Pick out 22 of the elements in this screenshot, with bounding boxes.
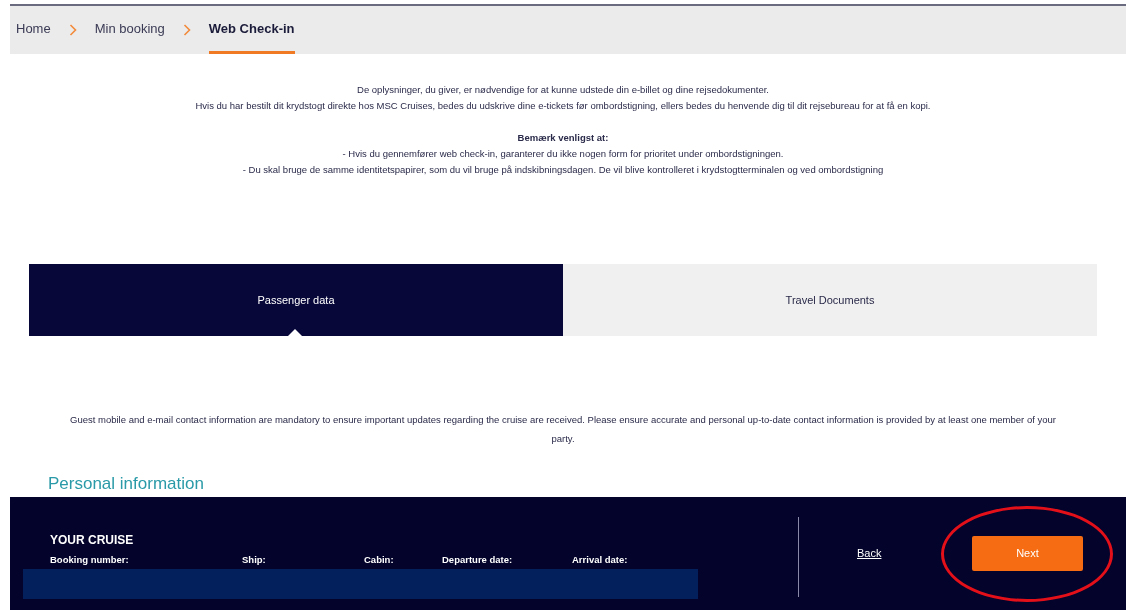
column-label: Cabin: (364, 553, 395, 567)
contact-notice: Guest mobile and e-mail contact information are mandatory to ensure important updates regarding the cruise are received. Please ensure accurate and personal up-to-date contact information is provided by at least one member of your party. (69, 413, 1057, 446)
step-tab[interactable]: Passenger data (29, 264, 563, 336)
intro-text: De oplysninger, du giver, er nødvendige for at kunne udstede din e-billet og dine rejsedokumenter. (357, 83, 769, 97)
step-tab[interactable]: Travel Documents (563, 264, 1097, 336)
breadcrumb-link[interactable]: Web Check-in (208, 6, 295, 54)
note-title: Bemærk venligst at: (517, 131, 609, 145)
column-label: Arrival date: (572, 553, 629, 567)
footer-title: YOUR CRUISE (50, 532, 134, 549)
chevron-icon (68, 24, 77, 36)
pointer-icon (287, 329, 303, 337)
intro-text: Hvis du har bestilt dit krydstogt direkte hos MSC Cruises, bedes du udskrive dine e-tickets før ombordstigning, ellers bedes du henvende dig til dit rejsebureau for at få en kopi. (195, 99, 931, 113)
column-label: Departure date: (442, 553, 514, 567)
column-label: Ship: (242, 553, 267, 567)
note-text: - Hvis du gennemfører web check-in, garanterer du ikke nogen form for prioritet under ombordstigningen. (342, 147, 784, 161)
note-text: - Du skal bruge de samme identitetspapirer, som du vil bruge på indskibningsdagen. De vil blive kontrolleret i krydstogtterminalen og ved ombordstigning (242, 163, 884, 177)
back-link[interactable]: Back (857, 545, 882, 562)
breadcrumb-link[interactable]: Home (16, 6, 51, 54)
chevron-icon (182, 24, 191, 36)
breadcrumb-link[interactable]: Min booking (94, 6, 165, 54)
column-label: Booking number: (50, 553, 130, 567)
section-title: Personal information (48, 473, 204, 490)
